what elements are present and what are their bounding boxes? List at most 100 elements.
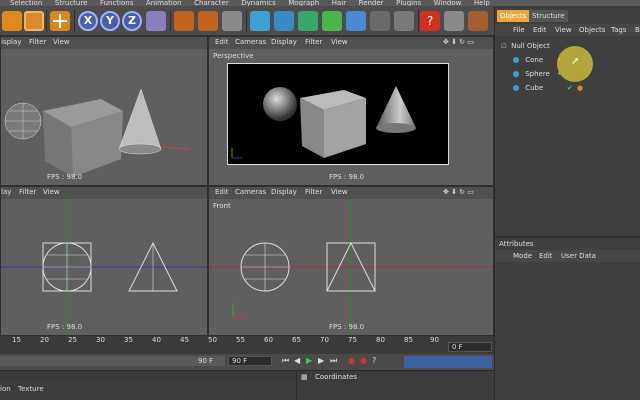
subdivision-surface-icon[interactable]	[274, 11, 294, 31]
menu-file[interactable]: File	[513, 26, 525, 34]
object-null[interactable]: ⊡ Null Object	[501, 42, 550, 50]
timeline-tick: 75	[348, 336, 357, 344]
viewport-perspective[interactable]: Edit Cameras Display Filter View ✥ ⬇ ↻ ▭…	[208, 36, 494, 186]
light-icon[interactable]	[394, 11, 414, 31]
viewport-controls-icon[interactable]: ✥ ⬇ ↻ ▭	[443, 38, 474, 46]
palette-icon[interactable]	[468, 11, 488, 31]
viewport-menu-filter[interactable]: Filter	[29, 38, 46, 46]
viewport-front[interactable]: Edit Cameras Display Filter View ✥ ⬇ ↻ ▭…	[208, 186, 494, 336]
timeline-tick: 85	[404, 336, 413, 344]
menu-tags[interactable]: Tags	[611, 26, 627, 34]
play-icon[interactable]: ▶	[306, 356, 312, 365]
toolbar-divider	[418, 10, 419, 32]
record-icon[interactable]: ●	[348, 356, 355, 365]
z-axis-lock-icon[interactable]: Z	[122, 11, 142, 31]
keyframe-modes-icon[interactable]	[404, 356, 492, 368]
coordinates-panel: ▦ Coordinates	[296, 371, 494, 400]
toolbar-divider	[170, 10, 171, 32]
frame-range-slider[interactable]	[0, 356, 225, 366]
viewport-scene	[4, 88, 190, 177]
object-cone[interactable]: Cone	[513, 56, 543, 64]
menu-edit[interactable]: Edit	[533, 26, 547, 34]
menu-objects[interactable]: Objects	[579, 26, 605, 34]
coordinates-title: Coordinates	[315, 373, 358, 381]
render-view-icon[interactable]	[174, 11, 194, 31]
timeline[interactable]: 15 20 25 30 35 40 45 50 55 60 65 70 75 8…	[0, 336, 494, 354]
frame-field[interactable]: 0 F	[448, 342, 492, 352]
timeline-tick: 20	[40, 336, 49, 344]
viewport-menu-cameras[interactable]: Cameras	[235, 38, 266, 46]
keyframe-selection-icon[interactable]: ?	[372, 356, 376, 365]
viewport-menu-display[interactable]: Display	[271, 188, 297, 196]
timeline-tick: 60	[264, 336, 273, 344]
viewport-menu-filter[interactable]: Filter	[305, 38, 322, 46]
render-preview	[231, 86, 416, 159]
material-tag-icon[interactable]: ●	[577, 84, 583, 92]
cube-primitive-icon[interactable]	[250, 11, 270, 31]
timeline-tick: 65	[292, 336, 301, 344]
material-manager-bar	[0, 371, 296, 381]
viewport-menu-filter[interactable]: Filter	[19, 188, 36, 196]
viewport-menu-view[interactable]: View	[53, 38, 70, 46]
select-tool-icon[interactable]	[2, 11, 22, 31]
help-icon[interactable]: ?	[420, 11, 440, 31]
scene-icon[interactable]	[370, 11, 390, 31]
go-to-end-icon[interactable]: ⏭	[330, 356, 337, 366]
render-region[interactable]	[227, 63, 449, 165]
x-axis-lock-icon[interactable]: X	[78, 11, 98, 31]
menu-edit[interactable]: Edit	[539, 252, 553, 260]
timeline-tick: 70	[320, 336, 329, 344]
object-sphere[interactable]: Sphere	[513, 70, 550, 78]
previous-frame-icon[interactable]: ◀	[294, 356, 300, 365]
menu-bookmarks[interactable]: Bo	[635, 26, 640, 34]
toolbar-divider	[246, 10, 247, 32]
viewport-bottom-left[interactable]: lay Filter View FPS : 98.0	[0, 186, 208, 336]
deformer-icon[interactable]	[346, 11, 366, 31]
nurbs-icon[interactable]	[298, 11, 318, 31]
viewport-menu-display[interactable]: isplay	[1, 38, 21, 46]
viewport-menu-edit[interactable]: Edit	[215, 188, 229, 196]
null-object-icon: ⊡	[501, 42, 507, 50]
attributes-panel: Attributes Mode Edit User Data	[495, 236, 640, 400]
viewport-top-left[interactable]: isplay Filter View FPS : 98.0	[0, 36, 208, 186]
go-to-start-icon[interactable]: ⏮	[282, 356, 289, 366]
tab-structure[interactable]: Structure	[529, 10, 568, 22]
coordinate-system-icon[interactable]	[146, 11, 166, 31]
viewport-scene	[209, 199, 493, 335]
viewport-menu-display[interactable]: Display	[271, 38, 297, 46]
bottom-panels: ion Texture ▦ Coordinates	[0, 370, 494, 400]
viewport-menu-cameras[interactable]: Cameras	[235, 188, 266, 196]
viewport-menu-edit[interactable]: Edit	[215, 38, 229, 46]
bottom-tab[interactable]: Texture	[18, 385, 44, 393]
timeline-tick: 25	[68, 336, 77, 344]
menu-user-data[interactable]: User Data	[561, 252, 596, 260]
render-settings-icon[interactable]	[222, 11, 242, 31]
right-panel: Objects Structure File Edit View Objects…	[494, 6, 640, 400]
viewport-menu-filter[interactable]: Filter	[305, 188, 322, 196]
enabled-check-icon[interactable]: ✔	[567, 84, 573, 92]
layout-icon[interactable]	[444, 11, 464, 31]
viewport-controls-icon[interactable]: ✥ ⬇ ↻ ▭	[443, 188, 474, 196]
move-tool-icon[interactable]	[50, 11, 70, 31]
timeline-tick: 45	[180, 336, 189, 344]
object-cube[interactable]: Cube	[513, 84, 543, 92]
viewport-menu-display[interactable]: lay	[1, 188, 11, 196]
object-list: ⊡ Null Object Cone Sphere Cube • • ✔ ● ➚	[501, 42, 640, 122]
end-frame-field[interactable]: 90 F	[228, 356, 272, 366]
viewport-menu-view[interactable]: View	[331, 38, 348, 46]
playback-controls: ⏮ ◀ ▶ ▶ ⏭ ● ● ?	[282, 356, 402, 366]
array-icon[interactable]	[322, 11, 342, 31]
menu-mode[interactable]: Mode	[513, 252, 532, 260]
rotate-tool-icon[interactable]	[24, 11, 44, 31]
y-axis-lock-icon[interactable]: Y	[100, 11, 120, 31]
tab-objects[interactable]: Objects	[497, 10, 530, 22]
next-frame-icon[interactable]: ▶	[318, 356, 324, 365]
render-picture-viewer-icon[interactable]	[198, 11, 218, 31]
viewport-menu: lay Filter View	[1, 187, 207, 199]
viewport-menu-view[interactable]: View	[43, 188, 60, 196]
autokey-icon[interactable]: ●	[360, 356, 367, 365]
viewport-title: Perspective	[213, 52, 254, 60]
bottom-tab[interactable]: ion	[0, 385, 11, 393]
viewport-menu-view[interactable]: View	[331, 188, 348, 196]
menu-view[interactable]: View	[555, 26, 572, 34]
